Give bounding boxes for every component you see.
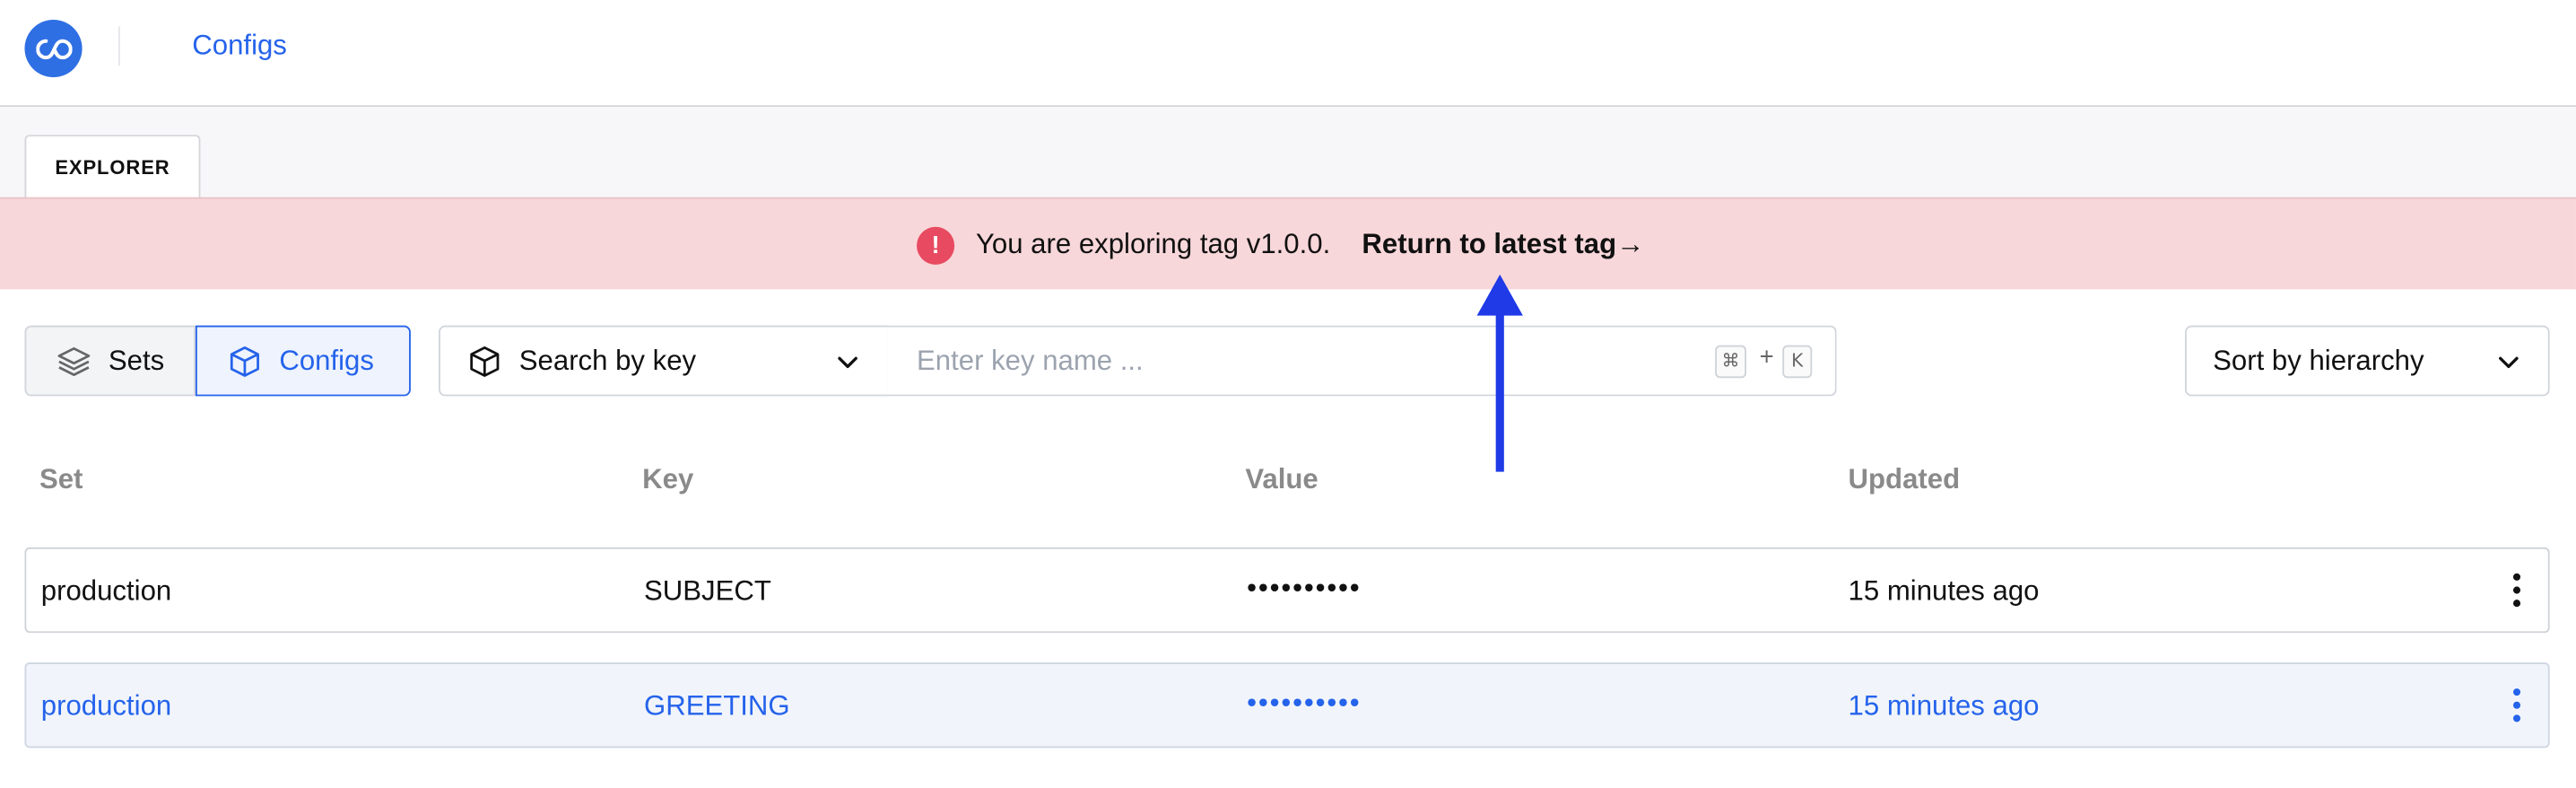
row-key: SUBJECT: [643, 575, 771, 607]
more-options-icon[interactable]: [2505, 571, 2528, 610]
return-to-latest-link[interactable]: Return to latest tag→: [1362, 229, 1644, 262]
view-toggle: Sets Configs: [24, 325, 411, 397]
sets-toggle-button[interactable]: Sets: [24, 325, 196, 397]
row-value-masked: ••••••••••: [1247, 687, 1362, 719]
infinity-logo-icon[interactable]: [24, 19, 83, 78]
cube-icon: [470, 346, 500, 376]
tab-explorer[interactable]: EXPLORER: [24, 135, 201, 199]
row-updated: 15 minutes ago: [1848, 690, 2040, 722]
search-mode-label: Search by key: [518, 344, 697, 376]
banner-text: You are exploring tag v1.0.0.: [975, 228, 1331, 260]
row-updated: 15 minutes ago: [1848, 575, 2040, 607]
more-options-icon[interactable]: [2505, 686, 2528, 725]
cube-icon: [230, 346, 259, 376]
configs-toggle-label: Configs: [279, 344, 374, 376]
search-mode-select[interactable]: Search by key: [439, 325, 889, 397]
column-header-value: Value: [1245, 463, 1318, 495]
arrow-right-icon: →: [1616, 228, 1645, 260]
row-value-masked: ••••••••••: [1247, 572, 1362, 604]
sort-select[interactable]: Sort by hierarchy: [2185, 325, 2550, 397]
table-row[interactable]: production GREETING •••••••••• 15 minute…: [24, 662, 2550, 749]
row-set: production: [40, 690, 172, 722]
configs-toggle-button[interactable]: Configs: [195, 325, 411, 397]
row-key: GREETING: [643, 690, 790, 722]
row-set: production: [40, 575, 172, 607]
table-row[interactable]: production SUBJECT •••••••••• 15 minutes…: [24, 547, 2550, 634]
annotation-arrow-icon: [1476, 274, 1523, 472]
tag-banner: ! You are exploring tag v1.0.0. Return t…: [0, 197, 2576, 290]
search-box: ⌘ + K: [887, 325, 1837, 397]
app-root: Configs EXPLORER ! You are exploring tag…: [0, 0, 2576, 787]
top-bar: Configs: [0, 0, 2576, 108]
column-header-key: Key: [642, 463, 694, 495]
sort-label: Sort by hierarchy: [2213, 344, 2424, 376]
return-link-label: Return to latest tag: [1362, 228, 1617, 260]
breadcrumb-configs[interactable]: Configs: [192, 30, 287, 63]
cmd-key-badge: ⌘: [1715, 345, 1746, 379]
chevron-down-icon: [2499, 356, 2519, 369]
column-header-updated: Updated: [1848, 463, 1961, 495]
tab-strip: EXPLORER: [0, 107, 2576, 199]
column-header-set: Set: [39, 463, 83, 495]
exclamation-icon: !: [917, 226, 955, 265]
k-key-badge: K: [1782, 345, 1813, 379]
layers-icon: [57, 346, 91, 376]
header-divider: [117, 26, 120, 66]
chevron-down-icon: [838, 356, 857, 369]
shortcut-plus: +: [1759, 343, 1774, 372]
sets-toggle-label: Sets: [108, 344, 165, 376]
